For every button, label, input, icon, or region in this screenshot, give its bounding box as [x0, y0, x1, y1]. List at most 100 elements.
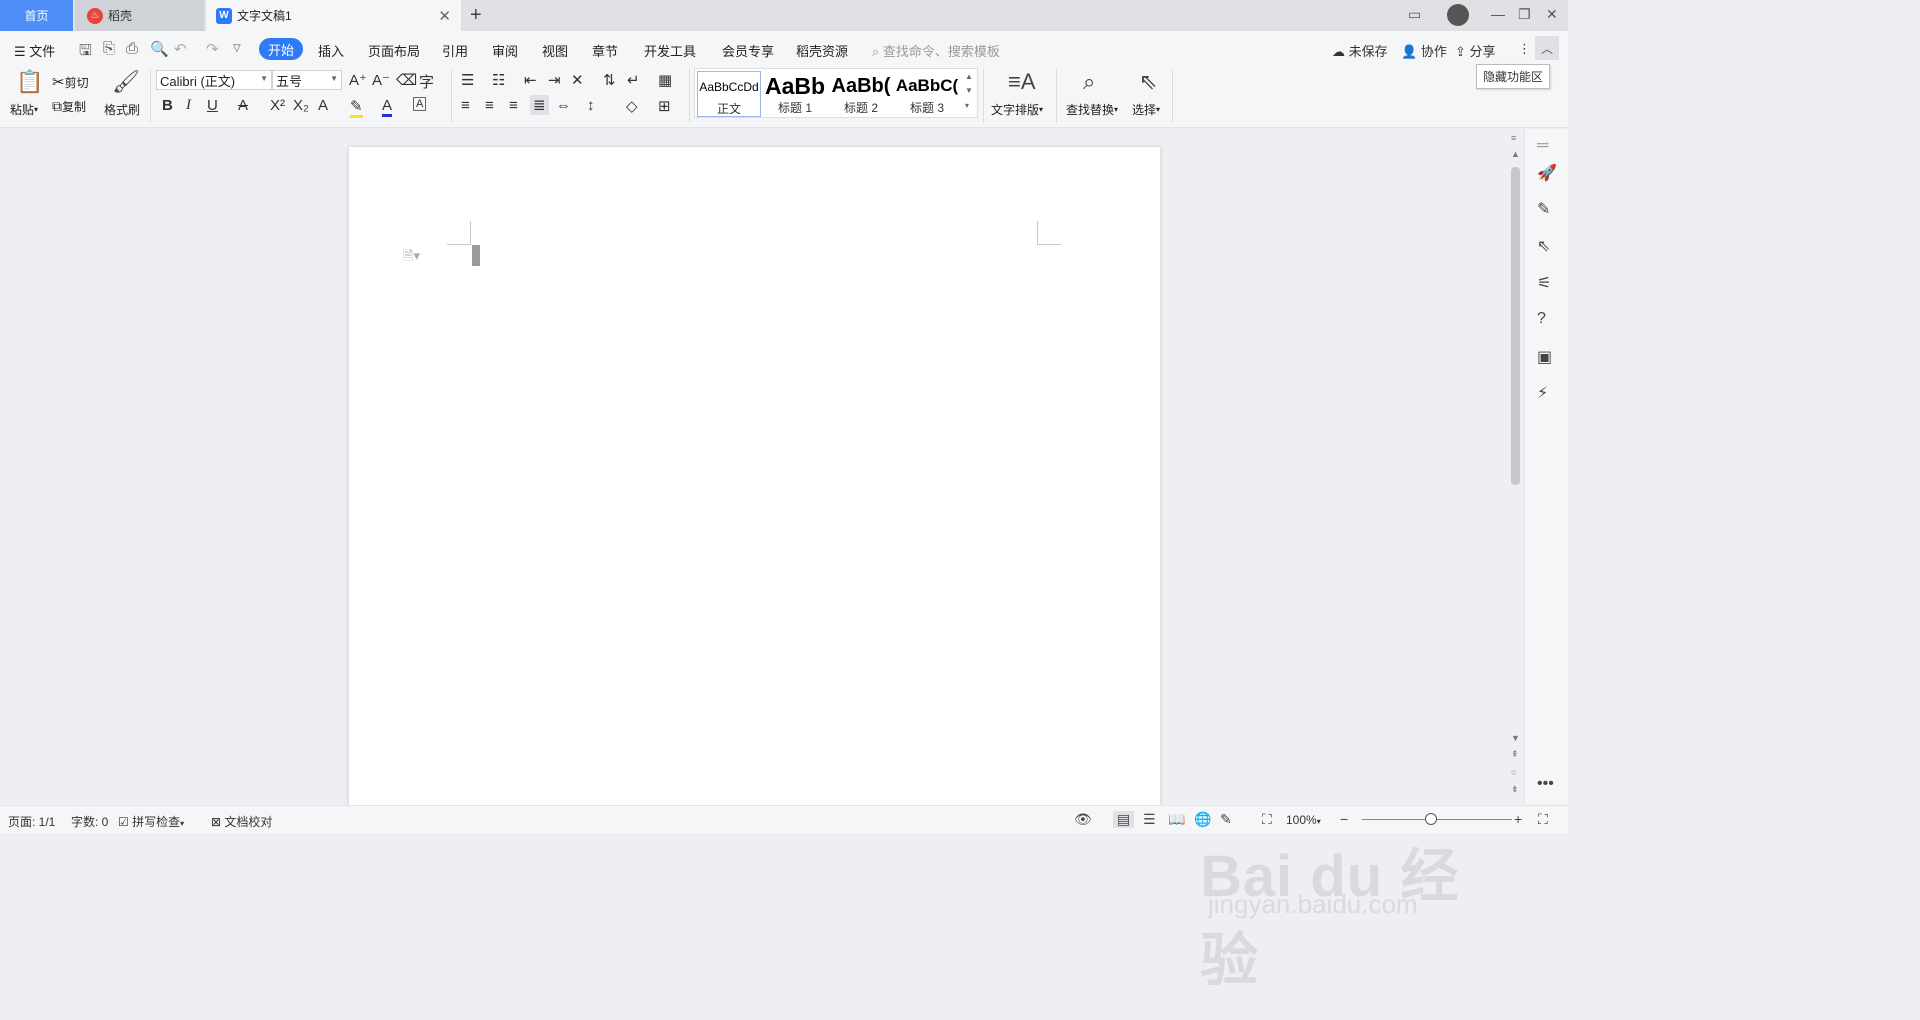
subscript-icon[interactable]: X₂: [293, 97, 309, 114]
hide-ribbon-button[interactable]: ︿: [1535, 36, 1559, 60]
table-tools-icon[interactable]: ▦: [658, 71, 672, 89]
style-heading-1[interactable]: AaBb 标题 1: [763, 71, 827, 117]
tab-section[interactable]: 章节: [592, 41, 618, 60]
text-layout-icon[interactable]: ≡A: [1008, 69, 1036, 95]
tab-view[interactable]: 视图: [542, 41, 568, 60]
scroll-up-arrow-icon[interactable]: ▲: [1511, 149, 1520, 159]
sliders-icon[interactable]: ⚟: [1537, 273, 1551, 293]
close-tab-icon[interactable]: ✕: [438, 7, 451, 25]
web-view-icon[interactable]: 🌐: [1194, 811, 1211, 828]
paste-icon[interactable]: 📋: [16, 69, 43, 95]
underline-icon[interactable]: U: [207, 97, 218, 114]
bullet-list-icon[interactable]: ☰: [461, 71, 474, 89]
prev-page-icon[interactable]: ⇞: [1511, 749, 1519, 760]
fit-page-icon[interactable]: ⛶: [1262, 811, 1272, 828]
tab-home[interactable]: 首页: [0, 0, 73, 31]
superscript-icon[interactable]: X²: [270, 97, 285, 114]
share-button[interactable]: ⇪ 分享: [1455, 41, 1496, 60]
browse-object-icon[interactable]: ○: [1511, 767, 1516, 777]
avatar[interactable]: [1447, 4, 1469, 26]
reading-view-icon[interactable]: 📖: [1168, 811, 1185, 828]
proofread-button[interactable]: ⊠ 文档校对: [211, 813, 272, 830]
pointer-icon[interactable]: ⇖: [1537, 236, 1550, 256]
fullscreen-icon[interactable]: ⛶: [1538, 811, 1548, 828]
paste-button[interactable]: 粘贴 ▾: [10, 101, 38, 118]
print-preview-icon[interactable]: 🔍: [150, 40, 169, 58]
write-mode-icon[interactable]: ✎: [1220, 811, 1232, 828]
tab-review[interactable]: 审阅: [492, 41, 518, 60]
minimize-icon[interactable]: —: [1491, 6, 1505, 22]
align-left-icon[interactable]: ≡: [461, 97, 470, 114]
font-size-select[interactable]: 五号 ▼: [272, 70, 342, 90]
paste-options-icon[interactable]: 🗎▾: [403, 247, 420, 269]
sort-icon[interactable]: ⇅: [603, 71, 616, 89]
distribute-icon[interactable]: ⇔: [556, 97, 571, 114]
document-workspace[interactable]: 🗎▾ Bai du 经验 jingyan.baidu.com: [0, 129, 1508, 993]
customize-toolbar-icon[interactable]: ▽: [233, 43, 241, 54]
scroll-thumb[interactable]: [1511, 167, 1520, 485]
zoom-slider[interactable]: [1362, 819, 1512, 820]
more-styles-icon[interactable]: ▾: [965, 101, 969, 110]
tab-document[interactable]: W 文字文稿1 ✕: [206, 0, 461, 31]
tab-developer[interactable]: 开发工具: [644, 41, 696, 60]
phonetic-guide-icon[interactable]: 字: [419, 71, 434, 92]
format-painter-icon[interactable]: 🖌: [112, 69, 140, 95]
chinese-layout-icon[interactable]: ✕: [571, 71, 584, 89]
bold-icon[interactable]: B: [162, 97, 173, 114]
scroll-down-icon[interactable]: ▼: [965, 86, 973, 95]
zoom-level[interactable]: 100%▾: [1286, 813, 1321, 827]
format-painter-button[interactable]: 格式刷: [104, 101, 140, 118]
file-menu[interactable]: ☰ 文件: [14, 41, 55, 60]
increase-indent-icon[interactable]: ⇥: [548, 71, 561, 89]
save-icon[interactable]: 🖫: [79, 40, 92, 65]
tab-daoke[interactable]: ♨ 稻壳: [75, 0, 204, 31]
command-search[interactable]: ⌕ 查找命令、搜索模板: [872, 41, 1000, 60]
tab-references[interactable]: 引用: [442, 41, 468, 60]
spell-check-button[interactable]: ☑ 拼写检查▾: [118, 813, 184, 830]
style-normal[interactable]: AaBbCcDd 正文: [697, 71, 761, 117]
copy-button[interactable]: ⧉ 复制: [52, 98, 86, 115]
more-icon[interactable]: •••: [1537, 775, 1554, 793]
rocket-icon[interactable]: 🚀: [1537, 163, 1557, 183]
collaborate-button[interactable]: 👤 协作: [1401, 41, 1447, 60]
find-icon[interactable]: ⌕: [1083, 69, 1095, 95]
shrink-font-icon[interactable]: A⁻: [372, 71, 390, 89]
text-layout-button[interactable]: 文字排版 ▾: [991, 101, 1043, 118]
cut-button[interactable]: ✂ 剪切: [52, 73, 89, 91]
outline-view-icon[interactable]: ☰: [1143, 811, 1156, 828]
tab-daoke-resources[interactable]: 稻壳资源: [796, 41, 848, 60]
decrease-indent-icon[interactable]: ⇤: [524, 71, 537, 89]
tab-start[interactable]: 开始: [259, 38, 303, 60]
unsaved-status[interactable]: ☁ 未保存: [1332, 41, 1388, 60]
clear-format-icon[interactable]: ⌫: [396, 71, 417, 89]
page-count[interactable]: 页面: 1/1: [8, 813, 55, 830]
scroll-top-icon[interactable]: ≡: [1511, 133, 1516, 143]
export-pdf-icon[interactable]: ⎘: [103, 40, 115, 57]
font-name-select[interactable]: Calibri (正文) ▼: [156, 70, 272, 90]
scroll-up-icon[interactable]: ▲: [965, 72, 973, 81]
justify-icon[interactable]: ≣: [530, 95, 549, 115]
borders-icon[interactable]: ⊞: [658, 97, 671, 115]
new-tab-icon[interactable]: +: [470, 4, 482, 27]
shading-icon[interactable]: ◇: [626, 97, 638, 115]
text-effect-icon[interactable]: A: [318, 97, 328, 114]
select-cursor-icon[interactable]: ⇖: [1139, 69, 1157, 95]
italic-icon[interactable]: I: [186, 97, 191, 114]
image-tool-icon[interactable]: ▣: [1537, 347, 1552, 367]
redo-icon[interactable]: ↷: [206, 40, 219, 58]
highlight-icon[interactable]: ✎: [350, 97, 363, 118]
zoom-out-icon[interactable]: −: [1340, 811, 1348, 827]
find-replace-button[interactable]: 查找替换 ▾: [1066, 101, 1118, 118]
font-color-icon[interactable]: A: [382, 97, 393, 117]
strikethrough-icon[interactable]: A: [238, 97, 248, 114]
tab-member[interactable]: 会员专享: [722, 41, 774, 60]
panel-handle-icon[interactable]: ═: [1537, 137, 1548, 155]
select-button[interactable]: 选择 ▾: [1132, 101, 1160, 118]
show-marks-icon[interactable]: ↵: [627, 71, 640, 89]
pen-icon[interactable]: ✎: [1537, 199, 1550, 219]
numbered-list-icon[interactable]: ☷: [492, 71, 505, 89]
tab-page-layout[interactable]: 页面布局: [368, 41, 420, 60]
help-icon[interactable]: ?: [1537, 310, 1546, 328]
more-icon[interactable]: ⋮: [1518, 41, 1531, 57]
word-count[interactable]: 字数: 0: [71, 813, 108, 830]
